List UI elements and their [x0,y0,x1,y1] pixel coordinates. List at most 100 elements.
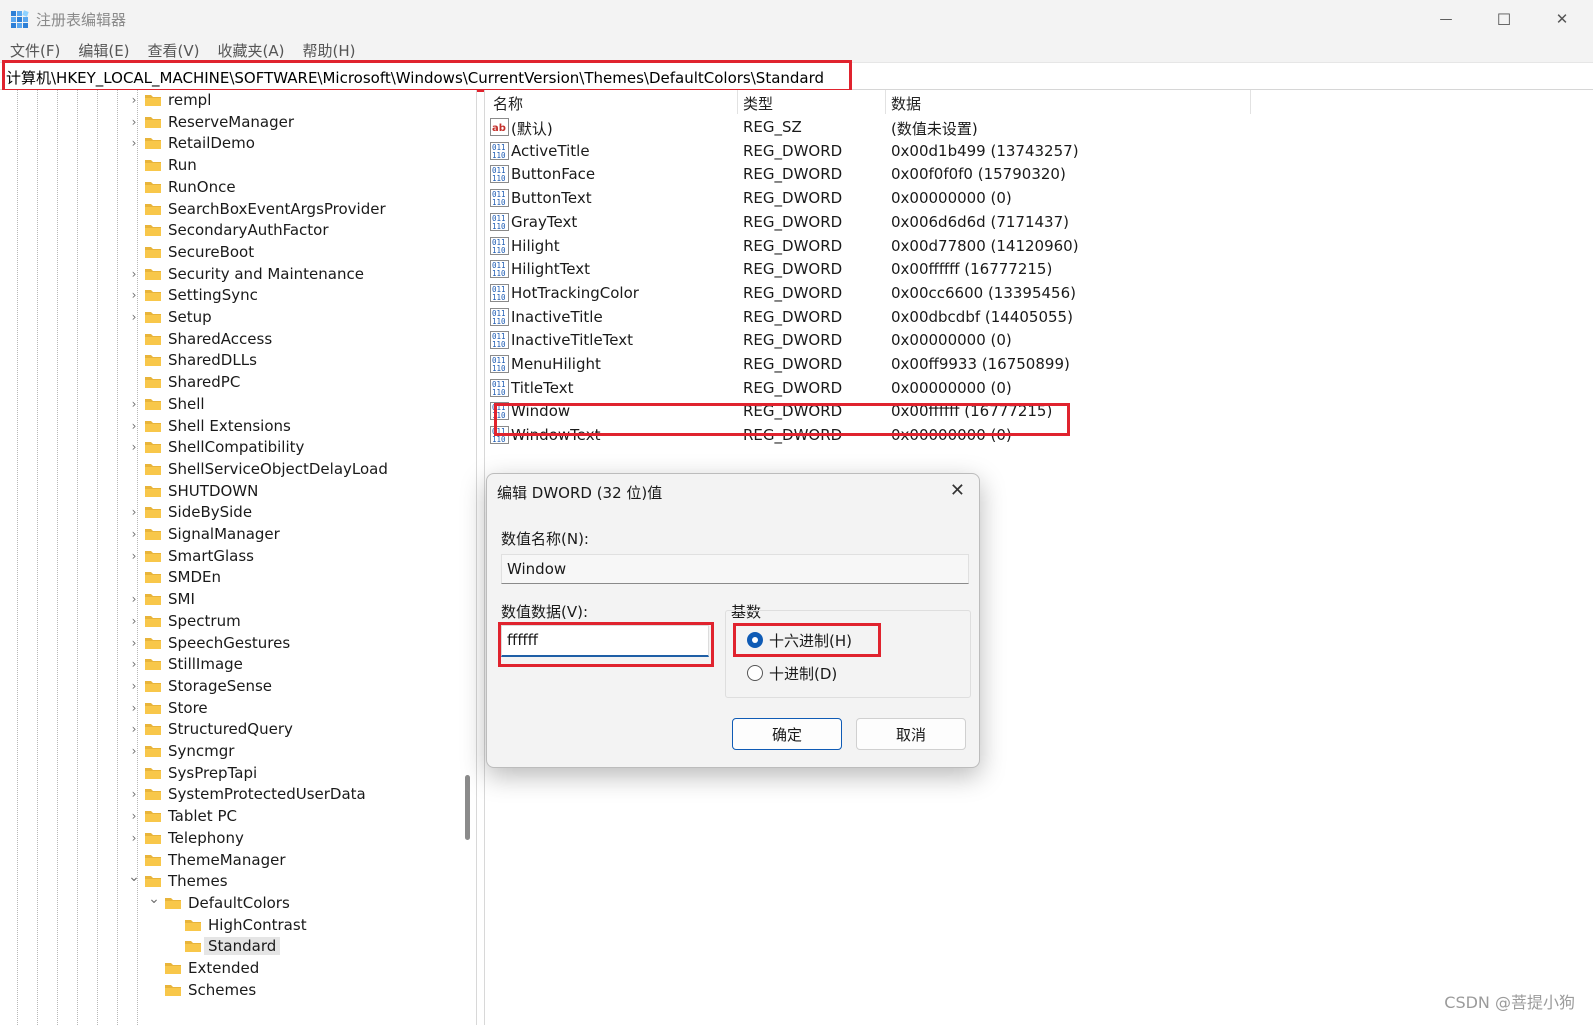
value-row[interactable]: 011 110 GrayText REG_DWORD 0x006d6d6d (71714… [485,210,1585,234]
tree-item-label[interactable]: RunOnce [168,178,236,196]
tree-item-standard[interactable]: Standard [0,936,460,958]
chevron-right-icon[interactable]: › [128,614,140,628]
tree-item-storagesense[interactable]: › StorageSense [0,676,460,698]
tree-item-sidebyside[interactable]: › SideBySide [0,502,460,524]
tree-item-shutdown[interactable]: SHUTDOWN [0,481,460,503]
tree-item-label[interactable]: Spectrum [168,612,241,630]
tree-item-label[interactable]: SHUTDOWN [168,482,258,500]
column-separator[interactable] [737,90,738,114]
tree-item-setup[interactable]: › Setup [0,307,460,329]
tree-item-secondaryauthfactor[interactable]: SecondaryAuthFactor [0,220,460,242]
menu-help[interactable]: 帮助(H) [292,38,363,62]
value-row[interactable]: 011 110 MenuHilight REG_DWORD 0x00ff9933 (16… [485,352,1585,376]
radio-hex-label[interactable]: 十六进制(H) [769,630,852,651]
chevron-right-icon[interactable]: › [128,809,140,823]
tree-item-label[interactable]: ThemeManager [168,851,286,869]
tree-item-defaultcolors[interactable]: ⌄ DefaultColors [0,892,460,915]
maximize-button[interactable]: ☐ [1475,0,1533,38]
menu-favorites[interactable]: 收藏夹(A) [208,38,293,62]
chevron-right-icon[interactable]: › [128,419,140,433]
column-separator[interactable] [1250,90,1251,114]
chevron-right-icon[interactable]: › [128,657,140,671]
tree-item-label[interactable]: ShellServiceObjectDelayLoad [168,460,388,478]
chevron-right-icon[interactable]: › [128,288,140,302]
chevron-right-icon[interactable]: › [128,744,140,758]
chevron-right-icon[interactable]: › [128,440,140,454]
tree-item-label[interactable]: Schemes [188,981,256,999]
tree-item-label[interactable]: Telephony [168,829,244,847]
tree-item-label[interactable]: rempl [168,91,211,109]
menu-view[interactable]: 查看(V) [138,38,208,62]
tree-item-tablet-pc[interactable]: › Tablet PC [0,806,460,828]
value-row[interactable]: 011 110 ButtonFace REG_DWORD 0x00f0f0f0 (157… [485,162,1585,186]
tree-item-label[interactable]: ShellCompatibility [168,438,304,456]
tree-item-sharedpc[interactable]: SharedPC [0,372,460,394]
tree-item-schemes[interactable]: Schemes [0,980,460,1002]
tree-item-thememanager[interactable]: ThemeManager [0,850,460,872]
tree-scrollbar-thumb[interactable] [465,775,470,840]
tree-item-label[interactable]: Shell [168,395,205,413]
tree-item-smden[interactable]: SMDEn [0,567,460,589]
chevron-right-icon[interactable]: › [128,527,140,541]
chevron-right-icon[interactable]: › [128,787,140,801]
key-tree-pane[interactable]: › rempl › ReserveManager › RetailDemo Run RunOn… [0,90,477,1025]
address-bar[interactable]: 计算机\HKEY_LOCAL_MACHINE\SOFTWARE\Microsof… [0,62,1593,90]
tree-item-label[interactable]: Tablet PC [168,807,237,825]
value-row[interactable]: 011 110 Window REG_DWORD 0x00ffffff (1677721… [485,399,1585,423]
tree-item-label[interactable]: SysPrepTapi [168,764,257,782]
tree-item-label[interactable]: RetailDemo [168,134,255,152]
value-data-input[interactable]: ffffff [501,625,709,657]
tree-item-shellcompatibility[interactable]: › ShellCompatibility [0,437,460,459]
tree-item-label[interactable]: SettingSync [168,286,258,304]
tree-item-smartglass[interactable]: › SmartGlass [0,546,460,568]
tree-item-settingsync[interactable]: › SettingSync [0,285,460,307]
tree-item-label[interactable]: SecondaryAuthFactor [168,221,329,239]
value-row[interactable]: ab (默认) REG_SZ (数值未设置) [485,115,1585,139]
value-row[interactable]: 011 110 InactiveTitle REG_DWORD 0x00dbcdbf (… [485,305,1585,329]
radio-hex[interactable]: 十六进制(H) [747,630,867,650]
chevron-right-icon[interactable]: › [128,679,140,693]
tree-item-sharedaccess[interactable]: SharedAccess [0,329,460,351]
value-row[interactable]: 011 110 ActiveTitle REG_DWORD 0x00d1b499 (13… [485,139,1585,163]
tree-item-shareddlls[interactable]: SharedDLLs [0,350,460,372]
tree-item-label[interactable]: ReserveManager [168,113,294,131]
tree-item-run[interactable]: Run [0,155,460,177]
tree-item-label[interactable]: SpeechGestures [168,634,290,652]
tree-item-label[interactable]: Shell Extensions [168,417,291,435]
value-row[interactable]: 011 110 TitleText REG_DWORD 0x00000000 (0) [485,376,1585,400]
tree-item-label[interactable]: SharedAccess [168,330,272,348]
menu-edit[interactable]: 编辑(E) [68,38,137,62]
menu-file[interactable]: 文件(F) [0,38,68,62]
value-row[interactable]: 011 110 HotTrackingColor REG_DWORD 0x00cc660… [485,281,1585,305]
column-separator[interactable] [885,90,886,114]
tree-item-telephony[interactable]: › Telephony [0,828,460,850]
tree-item-label[interactable]: SystemProtectedUserData [168,785,366,803]
chevron-down-icon[interactable]: ⌄ [148,892,160,906]
tree-item-label[interactable]: SharedDLLs [168,351,257,369]
tree-item-label[interactable]: Setup [168,308,212,326]
tree-item-store[interactable]: › Store [0,698,460,720]
chevron-right-icon[interactable]: › [128,722,140,736]
value-row[interactable]: 011 110 HilightText REG_DWORD 0x00ffffff (16… [485,257,1585,281]
tree-item-runonce[interactable]: RunOnce [0,177,460,199]
chevron-right-icon[interactable]: › [128,701,140,715]
tree-item-label[interactable]: Extended [188,959,259,977]
chevron-right-icon[interactable]: › [128,636,140,650]
tree-item-label[interactable]: SideBySide [168,503,252,521]
tree-item-label[interactable]: SharedPC [168,373,240,391]
tree-item-searchboxeventargsprovider[interactable]: SearchBoxEventArgsProvider [0,199,460,221]
tree-scrollbar[interactable] [458,90,476,1025]
radio-dec-label[interactable]: 十进制(D) [769,663,837,684]
tree-item-label[interactable]: Syncmgr [168,742,234,760]
tree-item-label[interactable]: SecureBoot [168,243,254,261]
tree-item-label[interactable]: StorageSense [168,677,272,695]
radio-hex-indicator[interactable] [747,632,763,648]
tree-item-label[interactable]: StillImage [168,655,243,673]
chevron-right-icon[interactable]: › [128,93,140,107]
tree-item-label[interactable]: SMI [168,590,195,608]
chevron-right-icon[interactable]: › [128,549,140,563]
tree-item-label[interactable]: StructuredQuery [168,720,293,738]
tree-item-label[interactable]: Themes [168,872,228,890]
chevron-right-icon[interactable]: › [128,136,140,150]
tree-item-signalmanager[interactable]: › SignalManager [0,524,460,546]
